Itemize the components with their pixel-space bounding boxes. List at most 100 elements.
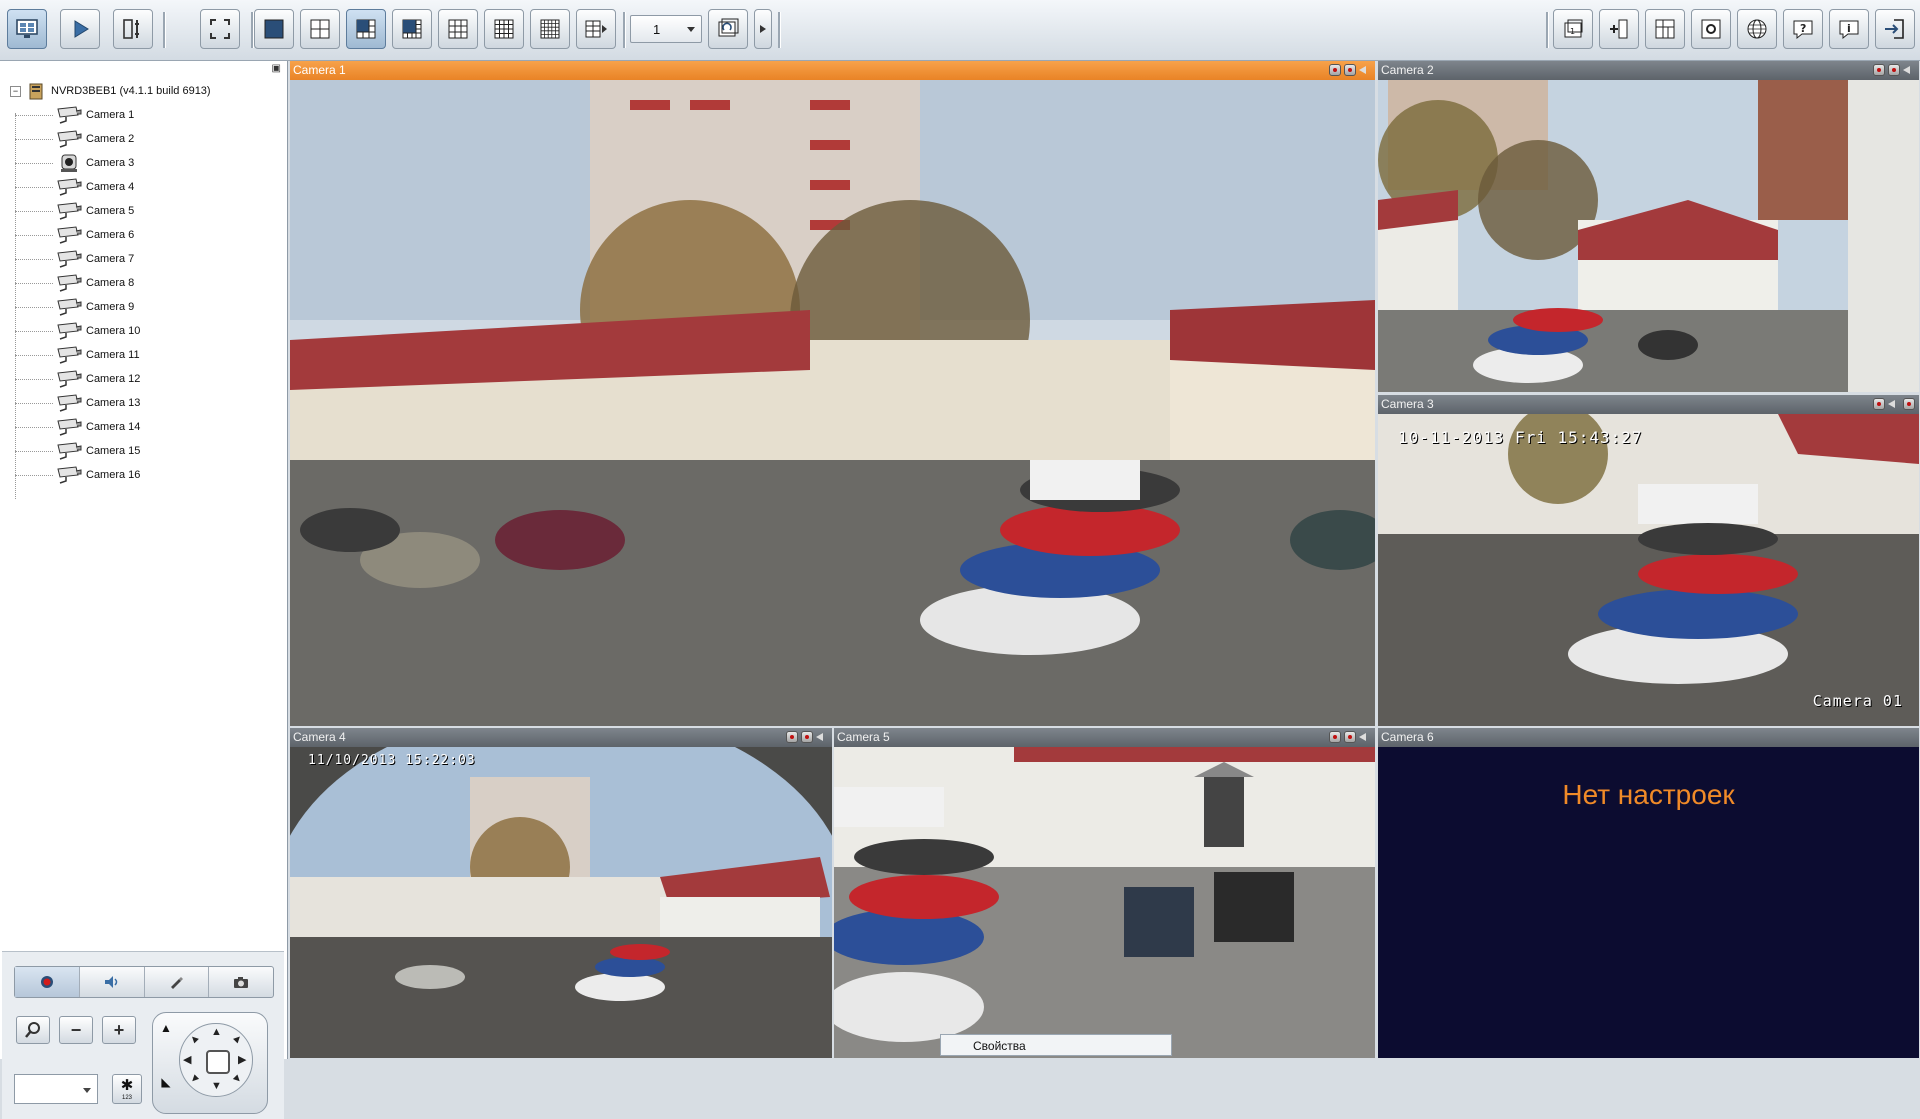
pan-up-right-icon[interactable]: ▲ — [229, 1031, 245, 1047]
page-select[interactable]: 1 — [630, 15, 702, 43]
camera-tile-2[interactable]: Camera 2 — [1378, 61, 1919, 392]
ptz-landscape-icon[interactable]: ◣ — [157, 1075, 175, 1093]
motion-indicator-icon[interactable] — [1344, 64, 1356, 76]
speaker-icon[interactable] — [1888, 398, 1900, 410]
tree-camera-item[interactable]: Camera 2 — [0, 127, 287, 151]
layout-4x4-button[interactable] — [484, 9, 524, 49]
speaker-icon[interactable] — [816, 731, 828, 743]
local-settings-button[interactable] — [1691, 9, 1731, 49]
record-indicator-icon[interactable] — [1329, 64, 1341, 76]
about-button[interactable]: i — [1829, 9, 1869, 49]
preset-go-button[interactable]: ✱ 123 — [112, 1074, 142, 1104]
tree-camera-label: Camera 14 — [86, 421, 141, 433]
preset-go-label: 123 — [121, 1095, 132, 1101]
layout-editor-button[interactable] — [1645, 9, 1685, 49]
snapshot-button[interactable] — [209, 967, 273, 997]
configuration-button[interactable] — [113, 9, 153, 49]
camera-tile-6[interactable]: Camera 6 Нет настроек — [1378, 728, 1919, 1058]
layout-2x2-button[interactable] — [300, 9, 340, 49]
pan-down-icon[interactable]: ▼ — [211, 1080, 222, 1092]
camera-icon — [57, 298, 82, 316]
page-select-value: 1 — [653, 22, 661, 37]
speaker-icon[interactable] — [1903, 64, 1915, 76]
tree-camera-item[interactable]: Camera 12 — [0, 367, 287, 391]
tree-camera-item[interactable]: Camera 4 — [0, 175, 287, 199]
pan-home-button[interactable] — [206, 1050, 230, 1074]
speaker-icon[interactable] — [1359, 731, 1371, 743]
record-indicator-icon[interactable] — [786, 731, 798, 743]
layout-3x3-button[interactable] — [438, 9, 478, 49]
layout-custom-button[interactable] — [576, 9, 616, 49]
tree-camera-item[interactable]: Camera 7 — [0, 247, 287, 271]
ptz-person-icon[interactable]: ▲ — [157, 1021, 175, 1039]
tile-header: Camera 6 — [1378, 728, 1919, 747]
camera-settings-button[interactable]: 1 — [1553, 9, 1593, 49]
motion-indicator-icon[interactable] — [801, 731, 813, 743]
tree-server-node[interactable]: − NVRD3BEB1 (v4.1.1 build 6913) — [0, 79, 287, 103]
add-device-button[interactable] — [1599, 9, 1639, 49]
layout-5x5-button[interactable] — [530, 9, 570, 49]
sequence-button[interactable] — [708, 9, 748, 49]
paint-button[interactable] — [145, 967, 210, 997]
record-indicator-icon[interactable] — [1873, 64, 1885, 76]
tile-title: Camera 2 — [1381, 63, 1434, 77]
pan-right-icon[interactable]: ▶ — [238, 1053, 246, 1066]
fullscreen-button[interactable] — [200, 9, 240, 49]
camera-tile-4[interactable]: Camera 4 11/10/2013 15:22:03 — [290, 728, 832, 1058]
tree-camera-item[interactable]: Camera 6 — [0, 223, 287, 247]
logout-icon — [1885, 19, 1904, 39]
zoom-out-button[interactable]: − — [59, 1016, 93, 1044]
tree-camera-item[interactable]: Camera 5 — [0, 199, 287, 223]
tree-camera-item[interactable]: Camera 10 — [0, 319, 287, 343]
layout-1x1-button[interactable] — [254, 9, 294, 49]
tree-camera-item[interactable]: Camera 8 — [0, 271, 287, 295]
tree-camera-item[interactable]: Camera 11 — [0, 343, 287, 367]
record-indicator-icon[interactable] — [1873, 398, 1885, 410]
layout-1plus5-icon — [356, 19, 376, 39]
layout-1plus7-button[interactable] — [392, 9, 432, 49]
network-button[interactable] — [1737, 9, 1777, 49]
live-view-button[interactable] — [7, 9, 47, 49]
pan-up-left-icon[interactable]: ▲ — [186, 1031, 202, 1047]
snapshot-icon — [234, 977, 249, 988]
speaker-icon[interactable] — [1359, 64, 1371, 76]
tree-camera-item[interactable]: Camera 3 — [0, 151, 287, 175]
local-settings-icon — [1701, 19, 1721, 39]
tree-camera-item[interactable]: Camera 14 — [0, 415, 287, 439]
camera-icon — [57, 250, 82, 268]
motion-indicator-icon[interactable] — [1888, 64, 1900, 76]
audio-button[interactable] — [80, 967, 145, 997]
pan-down-left-icon[interactable]: ▼ — [186, 1071, 202, 1087]
configuration-icon — [123, 19, 139, 39]
tree-camera-item[interactable]: Camera 13 — [0, 391, 287, 415]
pan-up-icon[interactable]: ▲ — [211, 1026, 222, 1038]
preset-select[interactable] — [14, 1074, 98, 1104]
device-tree-panel: ▣ − NVRD3BEB1 (v4.1.1 build 6913) Camera… — [0, 61, 288, 1119]
zoom-button[interactable] — [16, 1016, 50, 1044]
help-button[interactable]: ? — [1783, 9, 1823, 49]
tree-camera-item[interactable]: Camera 9 — [0, 295, 287, 319]
pan-down-right-icon[interactable]: ▼ — [229, 1071, 245, 1087]
tree-camera-item[interactable]: Camera 15 — [0, 439, 287, 463]
tree-camera-item[interactable]: Camera 16 — [0, 463, 287, 487]
video-feed: 10-11-2013 Fri 15:43:27 Camera 01 — [1378, 414, 1919, 726]
logout-button[interactable] — [1875, 9, 1915, 49]
camera-tile-1[interactable]: Camera 1 — [290, 61, 1375, 726]
ptz-indicator-icon[interactable] — [1903, 398, 1915, 410]
play-small-icon — [760, 25, 766, 33]
layout-1plus5-button[interactable] — [346, 9, 386, 49]
sequence-play-button[interactable] — [754, 9, 772, 49]
zoom-in-button[interactable]: + — [102, 1016, 136, 1044]
camera-tile-5[interactable]: Camera 5 — [834, 728, 1375, 1058]
tree-camera-item[interactable]: Camera 1 — [0, 103, 287, 127]
pin-icon[interactable]: ▣ — [272, 63, 281, 74]
record-indicator-icon[interactable] — [1329, 731, 1341, 743]
camera-tile-3[interactable]: Camera 3 10-11-2013 Fri 15:43:27 Camera … — [1378, 395, 1919, 726]
motion-indicator-icon[interactable] — [1344, 731, 1356, 743]
playback-button[interactable] — [60, 9, 100, 49]
collapse-icon[interactable]: − — [10, 85, 21, 97]
record-button[interactable] — [15, 967, 80, 997]
tree-camera-label: Camera 16 — [86, 469, 141, 481]
magnifier-icon — [25, 1022, 40, 1038]
pan-left-icon[interactable]: ◀ — [183, 1053, 191, 1066]
